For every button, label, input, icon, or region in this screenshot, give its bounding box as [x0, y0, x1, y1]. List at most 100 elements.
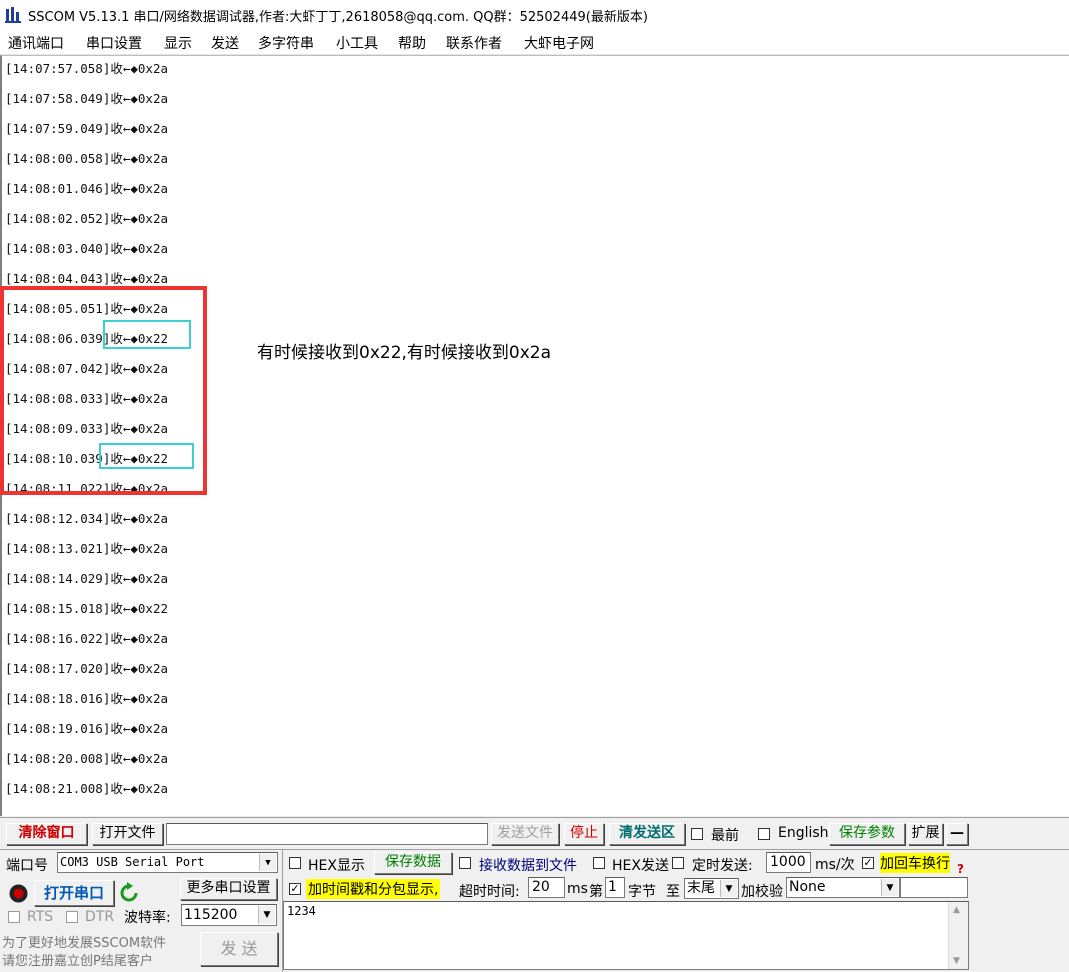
promo-line-1: 为了更好地发展SSCOM软件: [2, 936, 167, 951]
log-line: [14:08:13.021]收←◆0x2a: [5, 541, 169, 556]
hex-send-checkbox[interactable]: [593, 857, 605, 869]
help-icon[interactable]: ?: [957, 862, 964, 876]
log-line: [14:08:03.040]收←◆0x2a: [5, 241, 169, 256]
interval-input[interactable]: 1000: [766, 852, 811, 873]
highlight-0x22-first: [103, 320, 191, 349]
log-line: [14:07:57.058]收←◆0x2a: [5, 61, 169, 76]
checksum-label: 加校验: [741, 884, 783, 900]
log-line: [14:08:19.016]收←◆0x2a: [5, 721, 169, 736]
port-select-value: COM3 USB Serial Port: [60, 855, 205, 869]
menu-comm-port[interactable]: 通讯端口: [8, 33, 64, 53]
topmost-label: 最前: [711, 828, 739, 844]
refresh-icon[interactable]: [119, 882, 139, 904]
menu-website[interactable]: 大虾电子网: [524, 33, 594, 53]
byte-input[interactable]: 1: [605, 877, 625, 898]
hex-display-checkbox[interactable]: [289, 857, 301, 869]
chevron-down-icon[interactable]: ▼: [258, 906, 275, 924]
title-bar: SSCOM V5.13.1 串口/网络数据调试器,作者:大虾丁丁,2618058…: [0, 0, 1069, 30]
collapse-button[interactable]: —: [946, 823, 968, 845]
record-icon: [9, 884, 28, 903]
log-line: [14:08:17.020]收←◆0x2a: [5, 661, 169, 676]
menu-help[interactable]: 帮助: [398, 33, 426, 53]
add-crlf-checkbox[interactable]: ✓: [862, 857, 874, 869]
send-button[interactable]: 发 送: [200, 932, 278, 966]
end-select[interactable]: 末尾 ▼: [684, 878, 739, 899]
timestamp-label: 加时间戳和分包显示,: [306, 879, 441, 899]
to-label: 至: [666, 884, 680, 900]
port-label: 端口号: [6, 858, 48, 874]
menu-multi-string[interactable]: 多字符串: [258, 33, 314, 53]
app-icon: [5, 7, 21, 23]
timed-send-checkbox[interactable]: [672, 857, 684, 869]
log-line: [14:08:02.052]收←◆0x2a: [5, 211, 169, 226]
divider: [0, 849, 1069, 850]
recv-to-file-label[interactable]: 接收数据到文件: [479, 855, 577, 875]
open-port-button[interactable]: 打开串口: [34, 880, 114, 906]
clear-window-button[interactable]: 清除窗口: [6, 823, 87, 845]
log-line: [14:08:20.008]收←◆0x2a: [5, 751, 169, 766]
annotation-note: 有时候接收到0x22,有时候接收到0x2a: [257, 343, 552, 363]
hex-send-label: HEX发送: [612, 858, 669, 874]
dtr-label: DTR: [85, 909, 115, 925]
stop-button[interactable]: 停止: [564, 823, 604, 845]
rts-checkbox[interactable]: [8, 911, 20, 923]
clear-send-button[interactable]: 清发送区: [609, 823, 685, 845]
menu-send[interactable]: 发送: [211, 33, 239, 53]
recv-to-file-checkbox[interactable]: [459, 857, 471, 869]
log-line: [14:08:04.043]收←◆0x2a: [5, 271, 169, 286]
checksum-select[interactable]: None ▼: [786, 877, 900, 898]
checksum-result-field[interactable]: [900, 877, 968, 898]
dtr-checkbox[interactable]: [66, 911, 78, 923]
byte-label-1: 第: [589, 884, 603, 900]
log-line: [14:08:15.018]收←◆0x22: [5, 601, 169, 616]
log-line: [14:08:00.058]收←◆0x2a: [5, 151, 169, 166]
chevron-down-icon[interactable]: ▼: [881, 879, 898, 896]
more-settings-button[interactable]: 更多串口设置: [180, 878, 277, 900]
english-checkbox[interactable]: [758, 828, 770, 840]
baud-select-value: 115200: [184, 907, 238, 923]
menu-contact[interactable]: 联系作者: [446, 33, 502, 53]
promo-line-2: 请您注册嘉立创P结尾客户: [2, 954, 153, 969]
baud-select[interactable]: 115200 ▼: [181, 904, 277, 926]
chevron-down-icon[interactable]: ▼: [259, 854, 276, 871]
log-line: [14:08:12.034]收←◆0x2a: [5, 511, 169, 526]
hex-display-label: HEX显示: [308, 858, 365, 874]
byte-label-2: 字节: [628, 884, 656, 900]
menu-tools[interactable]: 小工具: [336, 33, 378, 53]
send-file-button[interactable]: 发送文件: [491, 823, 559, 845]
timestamp-checkbox[interactable]: ✓: [289, 883, 301, 895]
log-line: [14:08:14.029]收←◆0x2a: [5, 571, 169, 586]
checksum-select-value: None: [789, 879, 826, 895]
interval-unit: ms/次: [815, 857, 855, 873]
open-file-button[interactable]: 打开文件: [92, 823, 163, 845]
english-label: English: [778, 825, 829, 841]
baud-label: 波特率:: [124, 910, 171, 926]
add-crlf-label: 加回车换行: [880, 853, 950, 873]
menu-bar: 通讯端口 串口设置 显示 发送 多字符串 小工具 帮助 联系作者 大虾电子网: [0, 29, 1069, 55]
timeout-label: 超时时间:: [459, 884, 520, 900]
log-line: [14:08:21.008]收←◆0x2a: [5, 781, 169, 796]
chevron-down-icon[interactable]: ▼: [720, 880, 737, 897]
expand-button[interactable]: 扩展: [908, 823, 943, 845]
port-select[interactable]: COM3 USB Serial Port ▼: [57, 852, 278, 873]
window-title: SSCOM V5.13.1 串口/网络数据调试器,作者:大虾丁丁,2618058…: [28, 10, 648, 25]
file-path-input[interactable]: [166, 823, 488, 845]
send-textarea[interactable]: 1234: [283, 901, 969, 970]
scroll-up-icon[interactable]: ▲: [953, 905, 960, 915]
send-text: 1234: [287, 904, 316, 918]
log-line: [14:07:58.049]收←◆0x2a: [5, 91, 169, 106]
save-data-button[interactable]: 保存数据: [374, 852, 452, 874]
timeout-unit: ms: [567, 881, 588, 897]
rts-label: RTS: [27, 909, 54, 925]
log-line: [14:08:01.046]收←◆0x2a: [5, 181, 169, 196]
topmost-checkbox[interactable]: [691, 828, 703, 840]
scroll-down-icon[interactable]: ▼: [953, 956, 960, 966]
save-params-button[interactable]: 保存参数: [829, 823, 905, 845]
log-line: [14:08:18.016]收←◆0x2a: [5, 691, 169, 706]
menu-serial-settings[interactable]: 串口设置: [86, 33, 142, 53]
divider: [0, 817, 1069, 818]
end-select-value: 末尾: [687, 880, 715, 896]
timeout-input[interactable]: 20: [528, 877, 565, 898]
scrollbar[interactable]: ▲ ▼: [948, 902, 968, 969]
menu-display[interactable]: 显示: [164, 33, 192, 53]
